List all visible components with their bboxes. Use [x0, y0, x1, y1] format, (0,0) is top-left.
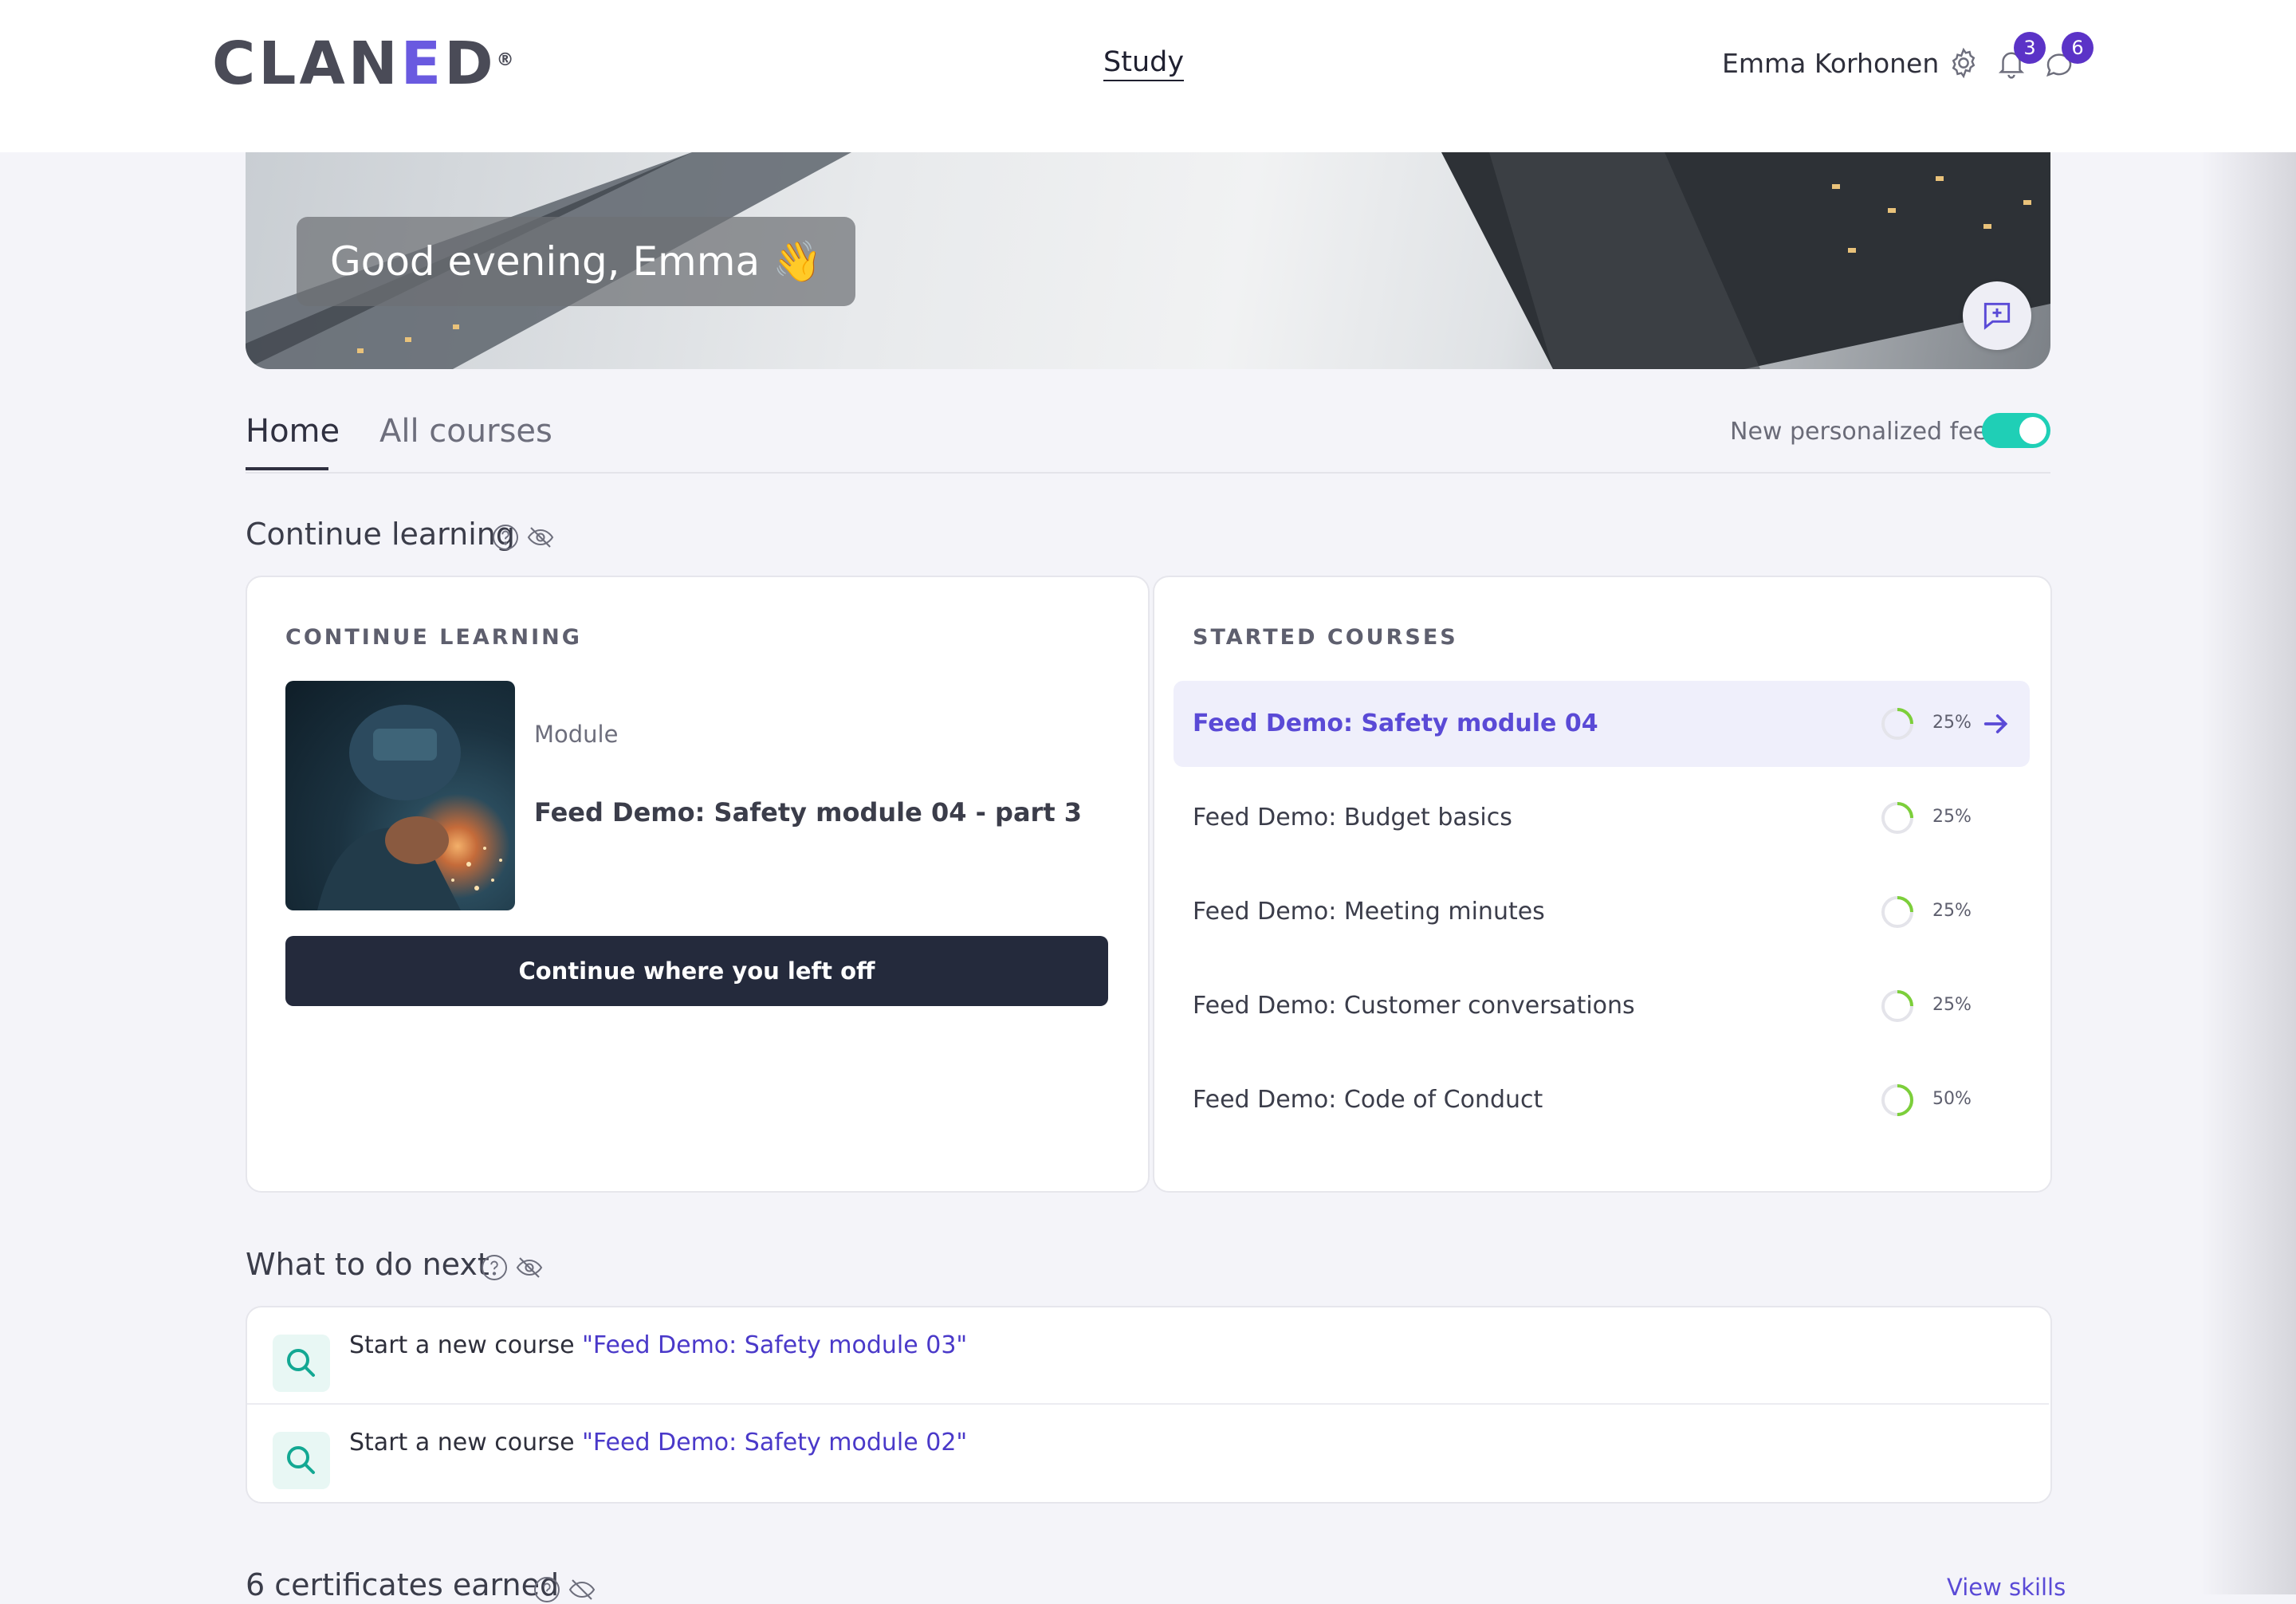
feed-toggle-label: New personalized feed [1730, 418, 2003, 446]
next-step-text: Start a new course "Feed Demo: Safety mo… [349, 1331, 967, 1359]
progress-percent: 50% [1932, 1089, 1972, 1109]
started-course-row[interactable]: Feed Demo: Code of Conduct 50% [1174, 1057, 2030, 1143]
started-course-row[interactable]: Feed Demo: Safety module 04 25% [1174, 681, 2030, 767]
personalized-feed-toggle[interactable] [1982, 413, 2050, 448]
progress-percent: 25% [1932, 995, 1972, 1015]
help-icon[interactable] [533, 1575, 561, 1604]
module-type-label: Module [534, 721, 619, 748]
next-step-item[interactable]: Start a new course "Feed Demo: Safety mo… [247, 1406, 2049, 1502]
hide-eye-icon[interactable] [515, 1253, 544, 1282]
user-name[interactable]: Emma Korhonen [1722, 48, 1939, 79]
what-to-do-next-heading: What to do next [246, 1247, 489, 1282]
help-icon[interactable] [491, 523, 520, 552]
welder-image [317, 705, 502, 910]
search-icon [287, 1446, 315, 1474]
toggle-knob [2019, 417, 2046, 444]
course-name: Feed Demo: Safety module 04 [1193, 710, 1598, 737]
course-link[interactable]: "Feed Demo: Safety module 02" [582, 1429, 967, 1457]
continue-learning-heading: Continue learning [246, 517, 515, 552]
progress-ring [1881, 802, 1913, 834]
add-post-button[interactable] [1963, 281, 2031, 350]
module-title[interactable]: Feed Demo: Safety module 04 - part 3 [534, 797, 1082, 828]
progress-percent: 25% [1932, 713, 1972, 733]
progress-percent: 25% [1932, 807, 1972, 827]
arrow-right-icon[interactable] [1980, 708, 2012, 740]
active-tab-indicator [246, 467, 328, 470]
add-message-icon [1983, 302, 2011, 330]
next-step-text: Start a new course "Feed Demo: Safety mo… [349, 1429, 967, 1457]
started-course-row[interactable]: Feed Demo: Budget basics 25% [1174, 775, 2030, 861]
course-name: Feed Demo: Code of Conduct [1193, 1086, 1543, 1114]
gear-icon[interactable] [1947, 46, 1980, 80]
search-icon-box [273, 1335, 330, 1392]
course-link[interactable]: "Feed Demo: Safety module 03" [582, 1331, 967, 1359]
progress-ring [1881, 1084, 1913, 1116]
notifications-badge: 3 [2014, 32, 2046, 64]
tabs-divider [246, 472, 2050, 474]
next-step-prefix: Start a new course [349, 1429, 583, 1457]
course-name: Feed Demo: Budget basics [1193, 804, 1512, 831]
course-name: Feed Demo: Meeting minutes [1193, 898, 1545, 926]
progress-ring [1881, 990, 1913, 1022]
nav-study-link[interactable]: Study [1103, 46, 1185, 81]
progress-ring [1881, 708, 1913, 740]
search-icon-box [273, 1432, 330, 1489]
search-icon [287, 1349, 315, 1377]
hide-eye-icon[interactable] [568, 1575, 596, 1604]
progress-percent: 25% [1932, 901, 1972, 921]
certificates-heading: 6 certificates earned [246, 1567, 560, 1602]
progress-ring [1881, 896, 1913, 928]
row-divider [247, 1403, 2049, 1405]
course-name: Feed Demo: Customer conversations [1193, 992, 1635, 1020]
next-step-prefix: Start a new course [349, 1331, 583, 1359]
messages-badge: 6 [2062, 32, 2094, 64]
claned-logo[interactable]: CLANED® [212, 32, 517, 96]
module-thumbnail[interactable] [285, 681, 515, 910]
help-icon[interactable] [480, 1253, 509, 1282]
continue-button[interactable]: Continue where you left off [285, 936, 1108, 1006]
hide-eye-icon[interactable] [526, 523, 555, 552]
tab-home[interactable]: Home [246, 413, 340, 450]
page-edge-shadow [2200, 0, 2296, 1594]
continue-learning-caption: CONTINUE LEARNING [285, 625, 582, 650]
top-navigation-bar: CLANED® Study Emma Korhonen 3 6 [0, 0, 2296, 152]
started-courses-caption: STARTED COURSES [1193, 625, 1458, 650]
greeting-message: Good evening, Emma 👋 [297, 217, 856, 306]
started-course-row[interactable]: Feed Demo: Customer conversations 25% [1174, 963, 2030, 1049]
started-course-row[interactable]: Feed Demo: Meeting minutes 25% [1174, 869, 2030, 955]
next-step-item[interactable]: Start a new course "Feed Demo: Safety mo… [247, 1309, 2049, 1405]
tab-all-courses[interactable]: All courses [379, 413, 552, 450]
view-skills-link[interactable]: View skills [1947, 1574, 2066, 1601]
